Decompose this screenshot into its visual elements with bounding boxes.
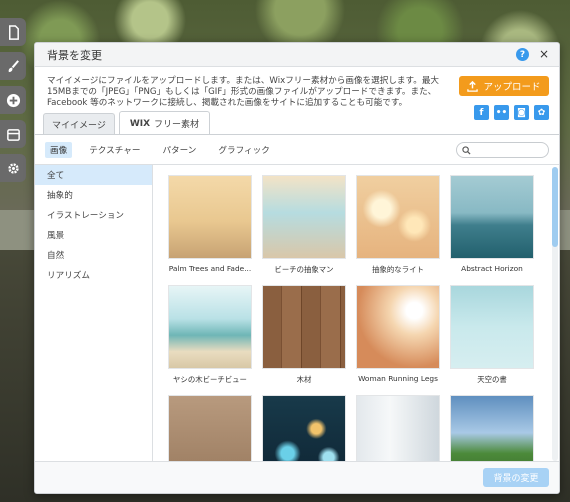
upload-button[interactable]: アップロード [459,76,549,96]
image-thumbnail[interactable] [356,395,440,463]
image-tile[interactable]: Abstract Horizon [450,175,534,273]
image-caption: 木材 [296,375,312,384]
grid-scrollbar[interactable] [552,167,558,461]
image-thumbnail[interactable] [168,395,252,463]
image-tile[interactable]: Palm Trees and Fade... [168,175,252,273]
image-thumbnail[interactable] [262,175,346,259]
store-icon [6,128,20,141]
image-caption: Woman Running Legs [358,374,438,383]
image-tile[interactable] [356,395,440,463]
image-caption: ビーチの抽象マン [274,265,334,274]
image-thumbnail[interactable] [450,395,534,463]
filter-textures[interactable]: テクスチャー [84,142,145,158]
image-thumbnail[interactable] [168,175,252,259]
scrollbar-thumb[interactable] [552,167,558,247]
category-all[interactable]: 全て [35,165,152,185]
category-abstract[interactable]: 抽象的 [35,185,152,205]
image-tile[interactable] [168,395,252,463]
image-thumbnail[interactable] [262,395,346,463]
image-tile[interactable]: Woman Running Legs [356,285,440,383]
image-tile[interactable]: ビーチの抽象マン [262,175,346,275]
image-grid-area: Palm Trees and Fade... ビーチの抽象マン 抽象的なライト Abs… [154,165,559,463]
pages-button[interactable] [0,18,26,46]
image-thumbnail[interactable] [356,175,440,259]
category-sidebar: 全て 抽象的 イラストレーション 風景 自然 リアリズム [35,165,153,463]
design-button[interactable] [0,52,26,80]
image-thumbnail[interactable] [262,285,346,369]
image-tile[interactable]: 天空の書 [450,285,534,385]
image-thumbnail[interactable] [356,285,440,369]
category-nature[interactable]: 自然 [35,245,152,265]
image-tile[interactable] [450,395,534,463]
upload-label: アップロード [483,82,541,93]
help-button[interactable]: ? [516,48,529,61]
editor-left-toolbar [0,18,26,188]
category-realism[interactable]: リアリズム [35,265,152,285]
close-button[interactable]: × [537,47,551,61]
image-tile[interactable] [262,395,346,463]
image-caption: 天空の書 [477,375,507,384]
tab-my-images-label: マイイメージ [52,121,106,131]
media-type-filter-bar: 画像 テクスチャー パターン グラフィック [35,135,559,165]
wix-logo-text: WIX [129,118,151,129]
image-caption: Palm Trees and Fade... [168,264,252,273]
image-caption: ヤシの木ビーチビュー [173,375,247,384]
facebook-icon[interactable]: f [474,105,489,120]
image-thumbnail[interactable] [168,285,252,369]
dialog-title: 背景を変更 [47,48,102,62]
dialog-header: 背景を変更 ? × [35,43,559,67]
tab-my-images[interactable]: マイイメージ [43,113,115,135]
upload-icon [467,80,479,92]
instagram-icon[interactable]: ◙ [514,105,529,120]
filter-patterns[interactable]: パターン [157,142,201,158]
social-networks: f •• ◙ ✿ [474,105,549,120]
image-tile[interactable]: 抽象的なライト [356,175,440,275]
tab-wix-free-media[interactable]: WIX フリー素材 [118,111,211,135]
filter-graphics[interactable]: グラフィック [213,142,274,158]
tab-wix-free-label: フリー素材 [154,120,200,130]
change-background-dialog: 背景を変更 ? × マイイメージにファイルをアップロードします。または、Wixフ… [34,42,560,494]
settings-button[interactable] [0,154,26,182]
flickr-icon[interactable]: •• [494,105,509,120]
add-button[interactable] [0,86,26,114]
dialog-description: マイイメージにファイルをアップロードします。または、Wixフリー素材から画像を選… [47,76,440,108]
search-icon [462,145,471,155]
dialog-footer: 背景の変更 [35,461,559,493]
image-thumbnail[interactable] [450,285,534,369]
filter-images[interactable]: 画像 [45,141,73,158]
app-market-button[interactable] [0,120,26,148]
image-tile[interactable]: 木材 [262,285,346,385]
image-caption: 抽象的なライト [372,265,424,274]
brush-icon [8,59,19,72]
image-thumbnail[interactable] [450,175,534,259]
category-illustration[interactable]: イラストレーション [35,205,152,225]
source-tabs: マイイメージ WIX フリー素材 [43,111,211,135]
change-background-button[interactable]: 背景の変更 [483,468,549,487]
page-icon [8,24,19,40]
gear-icon [7,162,19,174]
image-caption: Abstract Horizon [461,264,523,273]
search-input[interactable] [456,142,549,158]
picasa-icon[interactable]: ✿ [534,105,549,120]
category-landscape[interactable]: 風景 [35,225,152,245]
plus-circle-icon [6,93,20,107]
image-tile[interactable]: ヤシの木ビーチビュー [168,285,252,385]
